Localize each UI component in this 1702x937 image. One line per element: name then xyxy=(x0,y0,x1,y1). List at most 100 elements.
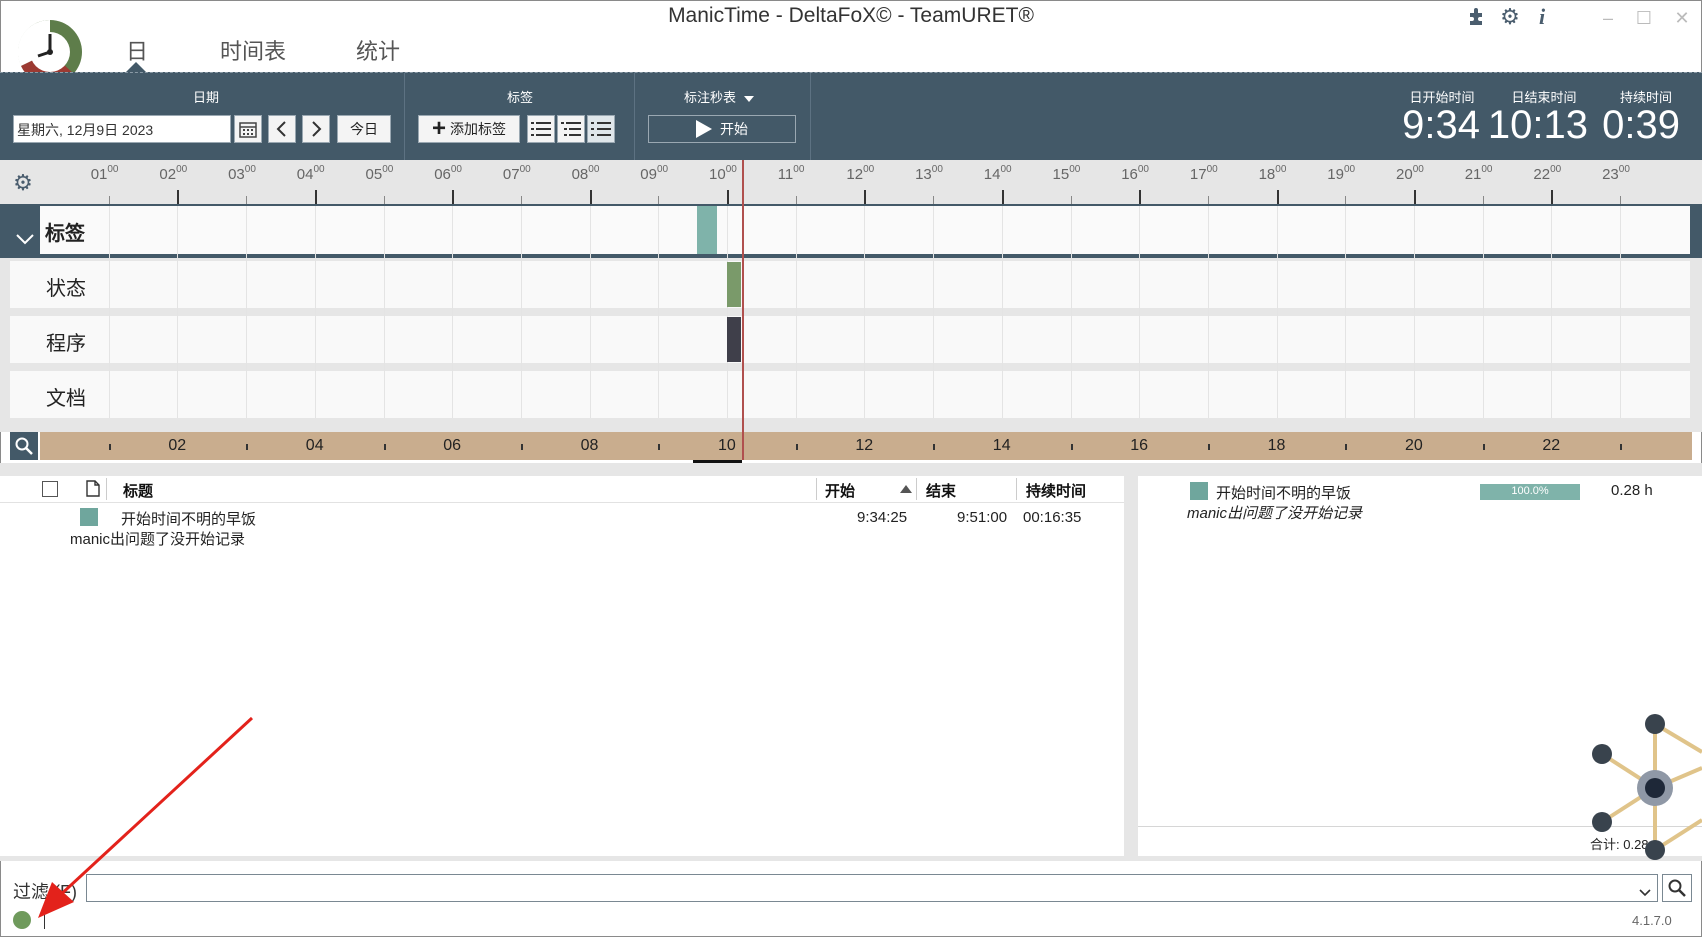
overview-tick xyxy=(383,444,386,450)
hour-tick xyxy=(864,190,867,204)
hour-label: 1300 xyxy=(915,164,943,183)
status-row[interactable] xyxy=(10,261,1690,308)
tab-timetable[interactable]: 时间表 xyxy=(220,34,286,66)
list-view-button[interactable] xyxy=(527,115,555,143)
window-title: ManicTime - DeltaFoX© - TeamURET® xyxy=(668,4,1034,27)
hour-label: 2300 xyxy=(1602,164,1630,183)
overview-hour-label: 16 xyxy=(1130,437,1148,454)
overview-hour-label: 20 xyxy=(1405,437,1423,454)
overview-tick xyxy=(795,444,798,450)
hour-grid-line xyxy=(520,206,522,418)
hour-tick xyxy=(1139,190,1142,204)
previous-day-button[interactable] xyxy=(268,115,296,143)
hour-grid-line xyxy=(933,206,935,418)
stopwatch-dropdown[interactable]: 标注秒表 xyxy=(684,87,754,106)
chevron-down-icon[interactable] xyxy=(1639,884,1651,902)
column-end[interactable]: 结束 xyxy=(926,480,956,501)
hour-label: 0100 xyxy=(90,164,119,183)
summary-percent-label: 100.0% xyxy=(1511,485,1549,497)
tag-activity-block[interactable] xyxy=(697,206,717,254)
documents-row[interactable] xyxy=(10,371,1690,418)
summary-color-swatch xyxy=(1190,482,1208,500)
tags-section-label: 标签 xyxy=(506,90,533,105)
maximize-icon[interactable]: ☐ xyxy=(1632,6,1656,30)
program-activity-block[interactable] xyxy=(727,317,741,362)
status-row-label: 状态 xyxy=(46,278,86,300)
summary-percent-bar: 100.0% xyxy=(1480,484,1580,500)
hour-label: 1900 xyxy=(1327,164,1356,183)
overview-tick xyxy=(1070,444,1073,450)
program-row-label: 程序 xyxy=(46,333,86,355)
select-all-checkbox[interactable] xyxy=(42,481,58,497)
hour-label: 1500 xyxy=(1052,164,1081,183)
hour-grid-line xyxy=(1207,206,1209,418)
table-row[interactable]: 开始时间不明的早饭 manic出问题了没开始记录 9:34:25 9:51:00… xyxy=(0,504,1124,548)
close-icon[interactable]: ✕ xyxy=(1670,6,1694,30)
annotation-arrow xyxy=(30,712,260,922)
column-title[interactable]: 标题 xyxy=(123,480,153,501)
overview-hour-label: 02 xyxy=(168,437,187,454)
detail-list-icon xyxy=(591,122,611,136)
today-button[interactable]: 今日 xyxy=(337,115,391,143)
hour-tick xyxy=(933,196,935,204)
day-start-value: 9:34 xyxy=(1402,103,1480,147)
hour-grid-line xyxy=(795,206,797,418)
hour-tick xyxy=(1482,196,1484,204)
plus-icon: + xyxy=(431,115,446,142)
chevron-down-icon xyxy=(16,234,34,245)
plugin-icon[interactable] xyxy=(1465,5,1489,29)
tab-statistics[interactable]: 统计 xyxy=(356,34,400,66)
calendar-button[interactable] xyxy=(234,115,262,143)
minimize-icon[interactable]: – xyxy=(1596,6,1620,30)
toolbar: 日期 星期六, 12月9日 2023 今日 标签 + 添加标签 标注秒表 开始 … xyxy=(0,72,1702,161)
hour-tick xyxy=(658,196,660,204)
info-icon[interactable]: i xyxy=(1530,5,1554,29)
detail-list-button[interactable] xyxy=(587,115,615,143)
program-row[interactable] xyxy=(10,316,1690,363)
hour-tick xyxy=(795,196,797,204)
filter-search-button[interactable] xyxy=(1662,874,1692,902)
overview-search-button[interactable] xyxy=(10,432,38,460)
filter-input[interactable] xyxy=(86,874,1658,902)
next-day-button[interactable] xyxy=(302,115,330,143)
collapse-tags-button[interactable] xyxy=(14,232,36,252)
hour-tick xyxy=(589,190,592,204)
add-tag-button[interactable]: + 添加标签 xyxy=(418,115,520,143)
document-icon xyxy=(86,480,100,502)
overview-hour-label: 18 xyxy=(1267,437,1286,454)
hour-label: 0900 xyxy=(640,164,669,183)
column-divider xyxy=(916,478,917,500)
start-stopwatch-button[interactable]: 开始 xyxy=(648,115,796,143)
hour-grid-line xyxy=(177,206,179,418)
hour-label: 0600 xyxy=(434,164,462,183)
column-duration[interactable]: 持续时间 xyxy=(1026,480,1086,501)
status-activity-block[interactable] xyxy=(727,262,741,307)
hour-label: 1000 xyxy=(709,164,737,183)
add-tag-label: 添加标签 xyxy=(450,121,506,137)
status-indicator[interactable] xyxy=(13,911,31,929)
hour-grid-line xyxy=(383,206,385,418)
row-title: 开始时间不明的早饭 xyxy=(121,511,257,528)
hour-label: 1200 xyxy=(846,164,875,183)
documents-row-label: 文档 xyxy=(46,388,86,410)
hour-grid-line xyxy=(1070,206,1072,418)
header-underline xyxy=(0,502,1124,503)
search-icon xyxy=(15,437,33,455)
column-start[interactable]: 开始 xyxy=(825,480,855,501)
timeline-settings-button[interactable]: ⚙ xyxy=(12,172,34,194)
indented-list-button[interactable] xyxy=(557,115,585,143)
date-field[interactable]: 星期六, 12月9日 2023 xyxy=(13,115,231,143)
overview-hour-label: 06 xyxy=(443,437,461,454)
toolbar-separator xyxy=(810,73,811,161)
hour-grid-line xyxy=(1414,206,1415,418)
hour-label: 0400 xyxy=(296,164,325,183)
indent-list-icon xyxy=(561,122,581,136)
column-divider xyxy=(106,478,107,500)
overview-tick xyxy=(520,444,523,450)
sort-ascending-icon[interactable] xyxy=(900,485,912,493)
hour-grid-line xyxy=(314,206,316,418)
hour-grid-line xyxy=(108,206,110,418)
gear-icon[interactable]: ⚙ xyxy=(1498,5,1522,29)
list-icon xyxy=(531,122,551,136)
overview-hour-label: 04 xyxy=(305,437,324,454)
